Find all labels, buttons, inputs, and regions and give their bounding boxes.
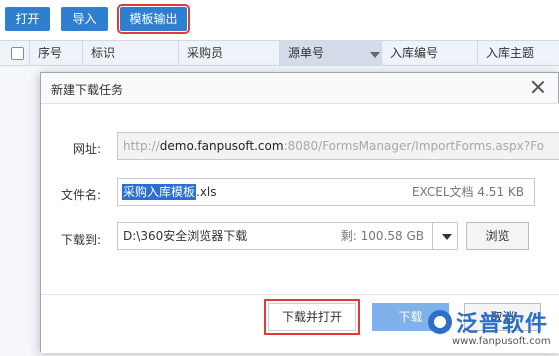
divider — [41, 294, 559, 295]
download-to-label: 下载到: — [60, 233, 101, 247]
url-field: http://demo.fanpusoft.com:8080/FormsMana… — [117, 132, 559, 160]
free-space: 剩: 100.58 GB — [340, 229, 424, 243]
filename-extension: .xls — [196, 185, 217, 199]
url-scheme: http:// — [123, 139, 160, 153]
url-label: 网址: — [72, 142, 101, 156]
grid-header: 序号 标识 采购员 源单号 入库编号 入库主题 — [0, 40, 559, 66]
toolbar: 打开 导入 模板输出 — [0, 0, 559, 40]
export-template-button[interactable]: 模板输出 — [117, 4, 190, 34]
file-type: EXCEL文档 — [411, 185, 474, 199]
download-path: D:\360安全浏览器下载 — [123, 229, 248, 243]
select-all-cell — [0, 41, 30, 66]
brand-watermark: 泛普软件 www.fanpusoft.com — [428, 306, 559, 354]
chevron-down-icon — [442, 234, 452, 240]
path-dropdown-button[interactable] — [432, 222, 458, 250]
url-path: :8080/FormsManager/ImportForms.aspx?Fo — [283, 139, 544, 153]
filename-field[interactable]: 采购入库模板.xls EXCEL文档 4.51 KB — [117, 178, 535, 206]
close-icon[interactable] — [530, 79, 546, 95]
browse-button[interactable]: 浏览 — [466, 222, 529, 250]
column-header-buyer[interactable]: 采购员 — [179, 41, 280, 66]
column-header-id[interactable]: 标识 — [83, 41, 179, 66]
brand-url: www.fanpusoft.com — [452, 336, 551, 347]
filename-selected-text: 采购入库模板 — [122, 184, 197, 200]
file-size: 4.51 KB — [477, 185, 524, 199]
open-button[interactable]: 打开 — [5, 7, 50, 31]
file-info: EXCEL文档 4.51 KB — [412, 179, 524, 205]
column-menu-icon[interactable] — [370, 52, 380, 58]
brand-name: 泛普软件 — [456, 312, 549, 337]
brand-logo-icon — [428, 310, 452, 334]
select-all-checkbox[interactable] — [11, 47, 24, 60]
download-and-open-button[interactable]: 下载并打开 — [264, 299, 360, 335]
url-host: demo.fanpusoft.com — [159, 139, 284, 153]
column-header-stock-in-no[interactable]: 入库编号 — [382, 41, 478, 66]
column-header-stock-in-subject[interactable]: 入库主题 — [478, 41, 559, 66]
download-path-field[interactable]: D:\360安全浏览器下载 剩: 100.58 GB — [117, 222, 433, 250]
import-button[interactable]: 导入 — [61, 7, 108, 31]
filename-label: 文件名: — [60, 188, 101, 202]
dialog-title: 新建下载任务 — [51, 83, 124, 97]
column-header-source-no[interactable]: 源单号 — [280, 41, 382, 66]
column-header-index[interactable]: 序号 — [30, 41, 83, 66]
